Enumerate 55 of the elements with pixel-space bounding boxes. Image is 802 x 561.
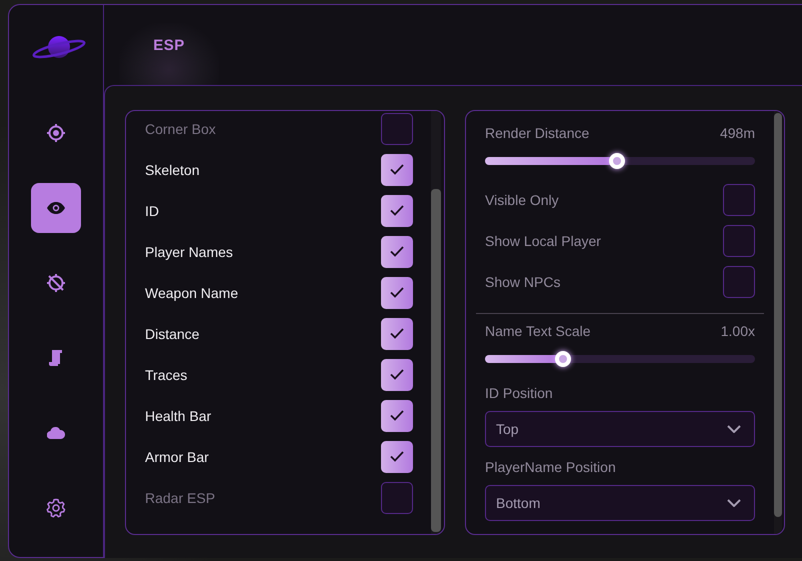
option-label: Visible Only: [485, 192, 559, 208]
option-label: Skeleton: [145, 162, 200, 178]
chevron-down-icon: [727, 499, 741, 507]
option-label: Show Local Player: [485, 232, 601, 248]
slider-thumb[interactable]: [555, 351, 572, 367]
settings-icon: [46, 498, 66, 518]
checkbox[interactable]: [381, 276, 413, 308]
slider-thumb[interactable]: [609, 153, 626, 169]
dropdown-label: ID Position: [485, 385, 554, 401]
checkbox[interactable]: [381, 358, 413, 390]
scroll-icon: [48, 349, 64, 367]
scrollbar-thumb[interactable]: [431, 189, 441, 532]
option-label: Distance: [145, 326, 200, 342]
option-label: Health Bar: [145, 408, 212, 424]
checkbox[interactable]: [381, 112, 413, 144]
chevron-down-icon: [727, 425, 741, 433]
dropdown[interactable]: Bottom: [485, 485, 755, 521]
checkbox[interactable]: [723, 224, 755, 256]
crosshair-off-icon: [46, 273, 66, 293]
checkbox[interactable]: [381, 236, 413, 268]
crosshair-icon: [46, 123, 66, 143]
checkbox[interactable]: [723, 266, 755, 298]
checkmark-icon: [390, 287, 404, 298]
slider-value: 1.00x: [720, 323, 755, 339]
checkbox[interactable]: [381, 194, 413, 226]
checkbox[interactable]: [723, 184, 755, 216]
checkmark-icon: [390, 246, 404, 257]
scrollbar-thumb[interactable]: [774, 113, 782, 517]
eye-button[interactable]: [31, 183, 81, 233]
option-label: Show NPCs: [485, 274, 560, 290]
dropdown[interactable]: Top: [485, 411, 755, 447]
checkmark-icon: [390, 328, 404, 339]
slider-label: Name Text Scale: [485, 323, 591, 339]
option-label: Corner Box: [145, 120, 216, 136]
checkmark-icon: [390, 205, 404, 216]
option-label: ID: [145, 202, 159, 218]
checkbox[interactable]: [381, 400, 413, 432]
checkmark-icon: [390, 164, 404, 175]
dropdown-label: PlayerName Position: [485, 459, 617, 475]
checkbox[interactable]: [381, 482, 413, 514]
checkmark-icon: [390, 410, 404, 421]
slider-value: 498m: [720, 125, 755, 141]
eye-icon: [46, 201, 66, 215]
option-label: Armor Bar: [145, 448, 209, 464]
option-label: Player Names: [145, 244, 233, 260]
slider-label: Render Distance: [485, 125, 590, 141]
checkbox[interactable]: [381, 154, 413, 186]
option-label: Traces: [145, 366, 188, 382]
option-label: Weapon Name: [145, 284, 238, 300]
option-label: Radar ESP: [145, 490, 216, 506]
checkmark-icon: [390, 369, 404, 380]
checkmark-icon: [390, 451, 404, 462]
checkbox[interactable]: [381, 440, 413, 472]
cloud-icon: [47, 427, 65, 439]
checkbox[interactable]: [381, 318, 413, 350]
